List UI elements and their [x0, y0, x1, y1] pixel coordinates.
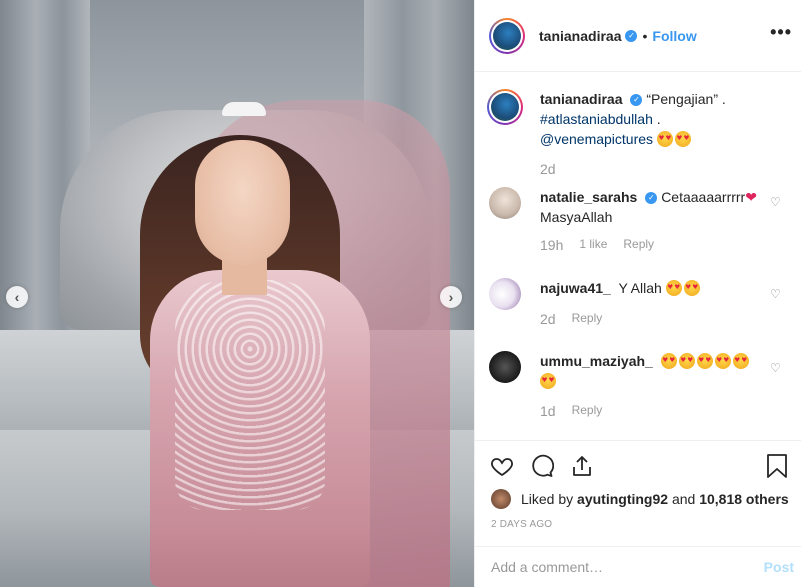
likes-and: and: [671, 491, 696, 507]
comment-item: ummu_maziyah_: [489, 351, 770, 391]
post-timestamp[interactable]: 2 DAYS AGO: [491, 519, 552, 530]
verified-icon: ✓: [645, 192, 658, 205]
comment-time[interactable]: 1d: [540, 403, 556, 419]
more-icon[interactable]: •••: [770, 22, 792, 43]
likes-prefix: Liked by: [521, 491, 574, 507]
reply-button[interactable]: Reply: [623, 237, 654, 253]
heart-eyes-emoji: [714, 353, 731, 369]
author-username[interactable]: tanianadiraa: [539, 28, 621, 44]
chevron-right-icon: ›: [448, 289, 454, 305]
bookmark-icon[interactable]: [766, 453, 792, 479]
comments-list[interactable]: tanianadiraa ✓ “Pengajian” . #atlastaniab…: [475, 73, 801, 439]
heart-icon[interactable]: ♡: [770, 361, 782, 375]
comment-input[interactable]: [491, 559, 751, 575]
caption-meta: 2d: [540, 161, 556, 177]
comment-username[interactable]: najuwa41_: [540, 280, 611, 296]
heart-icon[interactable]: ♡: [770, 287, 782, 301]
post-side-panel: tanianadiraa ✓ • Follow ••• tanianadiraa…: [474, 0, 801, 587]
tiara: [222, 102, 266, 116]
heart-eyes-emoji: [665, 280, 682, 296]
caption-username[interactable]: tanianadiraa: [540, 91, 622, 107]
liker-avatar[interactable]: [491, 489, 511, 509]
comment-username[interactable]: ummu_maziyah_: [540, 353, 653, 369]
caption-dot: .: [652, 111, 661, 127]
post-photo[interactable]: ‹ ›: [0, 0, 474, 587]
commenter-avatar[interactable]: [489, 278, 521, 310]
author-avatar[interactable]: [489, 17, 525, 54]
likes-count[interactable]: 10,818 others: [699, 491, 789, 507]
post-actions: Liked by ayutingting92 and 10,818 others…: [475, 440, 801, 546]
comment-username[interactable]: natalie_sarahs: [540, 189, 637, 205]
instagram-post: ‹ › tanianadiraa ✓ • Follow ••• tanianad…: [0, 0, 801, 587]
heart-icon[interactable]: ♡: [770, 195, 782, 209]
heart-eyes-emoji: [696, 353, 713, 369]
heart-eyes-emoji: [678, 353, 695, 369]
separator-dot: •: [642, 27, 648, 44]
comment-meta: 1d Reply: [540, 403, 602, 419]
comment-icon[interactable]: [529, 453, 555, 479]
comment-text-line2: MasyaAllah: [540, 209, 613, 225]
comment-item: natalie_sarahs ✓ Cetaaaaarrrrr❤ MasyaAlla…: [489, 187, 770, 227]
heart-eyes-emoji: [683, 280, 700, 296]
verified-icon: ✓: [630, 94, 643, 107]
carousel-prev-button[interactable]: ‹: [6, 286, 28, 308]
reply-button[interactable]: Reply: [572, 311, 603, 327]
caption: tanianadiraa ✓ “Pengajian” . #atlastaniab…: [487, 89, 770, 149]
comment-likes[interactable]: 1 like: [579, 237, 607, 253]
likes-summary[interactable]: Liked by ayutingting92 and 10,818 others: [491, 489, 789, 509]
caption-avatar[interactable]: [487, 89, 523, 125]
heart-icon[interactable]: [489, 453, 515, 479]
reply-button[interactable]: Reply: [572, 403, 603, 419]
post-comment-button[interactable]: Post: [764, 559, 794, 575]
caption-time[interactable]: 2d: [540, 161, 556, 177]
heart-eyes-emoji: [540, 373, 556, 389]
follow-button[interactable]: Follow: [652, 28, 696, 44]
commenter-avatar[interactable]: [489, 187, 521, 219]
heart-eyes-emoji: [660, 353, 677, 369]
red-heart-emoji: ❤: [745, 189, 757, 205]
face: [195, 140, 290, 265]
heart-eyes-emoji: [674, 131, 691, 147]
lace-pattern: [175, 280, 325, 510]
liker-username[interactable]: ayutingting92: [577, 491, 668, 507]
chevron-left-icon: ‹: [14, 289, 20, 305]
post-header: tanianadiraa ✓ • Follow •••: [475, 0, 801, 72]
comment-item: najuwa41_ Y Allah: [489, 278, 770, 310]
caption-text: “Pengajian” .: [646, 91, 726, 107]
comment-time[interactable]: 19h: [540, 237, 563, 253]
caption-hashtag[interactable]: #atlastaniabdullah: [540, 111, 653, 127]
comment-meta: 19h 1 like Reply: [540, 237, 654, 253]
commenter-avatar[interactable]: [489, 351, 521, 383]
caption-mention[interactable]: @venemapictures: [540, 131, 653, 147]
share-icon[interactable]: [569, 453, 595, 479]
avatar-image: [493, 21, 521, 50]
comment-meta: 2d Reply: [540, 311, 602, 327]
verified-icon: ✓: [625, 29, 638, 42]
comment-time[interactable]: 2d: [540, 311, 556, 327]
heart-eyes-emoji: [732, 353, 749, 369]
comment-text: Cetaaaaarrrrr: [661, 189, 746, 205]
comment-text: Y Allah: [618, 280, 662, 296]
add-comment-bar: Post: [475, 546, 801, 587]
heart-eyes-emoji: [656, 131, 673, 147]
carousel-next-button[interactable]: ›: [440, 286, 462, 308]
